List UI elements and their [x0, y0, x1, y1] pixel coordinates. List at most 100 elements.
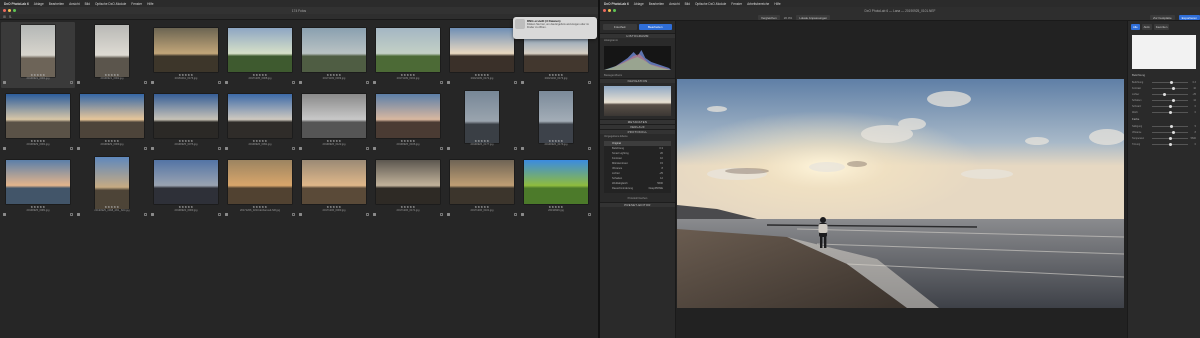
menu-item[interactable]: Bearbeiten: [49, 2, 64, 6]
section-color[interactable]: Farbe: [1128, 115, 1200, 123]
thumbnail-image[interactable]: [302, 160, 366, 204]
thumbnail-image[interactable]: [95, 25, 129, 77]
select-checkbox-icon[interactable]: [292, 81, 295, 84]
slider-track[interactable]: [1152, 142, 1188, 146]
select-checkbox-icon[interactable]: [440, 213, 443, 216]
main-photo[interactable]: [677, 79, 1124, 308]
select-checkbox-icon[interactable]: [588, 147, 591, 150]
slider-value[interactable]: -25: [1190, 93, 1196, 96]
thumbnail-image[interactable]: [376, 160, 440, 204]
thumbnail-cell[interactable]: ★★★★★ 20190921_0002.jpg: [75, 22, 149, 88]
menu-item[interactable]: Ablage: [634, 2, 644, 6]
filter-icon[interactable]: ⊞: [3, 15, 6, 19]
thumbnail-cell[interactable]: ★★★★★ 20171109_0191.jpg: [371, 22, 445, 88]
slider-knob[interactable]: [1168, 104, 1172, 108]
thumbnail-image[interactable]: [6, 160, 70, 204]
thumbnail-cell[interactable]: ★★★★★ 20190922_0003.jpg: [149, 154, 223, 220]
thumbnail-image[interactable]: [539, 91, 573, 143]
select-checkbox-icon[interactable]: [292, 213, 295, 216]
thumbnail-cell[interactable]: ★★★★★ 20171103_0009.jpg: [297, 22, 371, 88]
select-checkbox-icon[interactable]: [514, 213, 517, 216]
thumbnail-cell[interactable]: ★★★★★ 20171206_0171.jpg: [371, 154, 445, 220]
thumbnail-cell[interactable]: ★★★★★ 20190929_0009.jpg: [75, 88, 149, 154]
select-checkbox-icon[interactable]: [514, 81, 517, 84]
select-checkbox-icon[interactable]: [144, 81, 147, 84]
thumbnail-cell[interactable]: ★★★★★ 20190926_0091.jpg: [223, 88, 297, 154]
section-navigation[interactable]: NAVIGATION: [600, 78, 675, 83]
thumbnail-image[interactable]: [450, 28, 514, 72]
slider-track[interactable]: [1152, 124, 1188, 128]
select-checkbox-icon[interactable]: [588, 213, 591, 216]
slider-track[interactable]: [1152, 136, 1188, 140]
slider-track[interactable]: [1152, 110, 1188, 114]
adjustment-slider[interactable]: Tönung 0: [1128, 141, 1200, 147]
thumbnail-cell[interactable]: ★★★★★ 20171205_0008.jpg: [223, 22, 297, 88]
thumbnail-image[interactable]: [228, 28, 292, 72]
menu-item[interactable]: Ansicht: [669, 2, 679, 6]
select-checkbox-icon[interactable]: [70, 147, 73, 150]
local-adjustments-button[interactable]: Lokale Anpassungen: [796, 15, 831, 20]
slider-track[interactable]: [1152, 92, 1188, 96]
menu-item[interactable]: Ansicht: [69, 2, 79, 6]
thumbnail-cell[interactable]: ★★★★★ 20190929_0001.jpg: [1, 88, 75, 154]
menu-app-name[interactable]: DxO PhotoLab 6: [604, 2, 629, 6]
thumbnail-cell[interactable]: ★★★★★ 20190926.jpg: [519, 154, 593, 220]
notification-banner[interactable]: DNG erstellt (3 Dateien) Klicken Sie hie…: [513, 17, 597, 39]
thumbnail-image[interactable]: [450, 160, 514, 204]
slider-value[interactable]: 5600: [1190, 137, 1196, 140]
thumbnail-image[interactable]: [154, 28, 218, 72]
slider-knob[interactable]: [1170, 80, 1174, 84]
slider-track[interactable]: [1152, 98, 1188, 102]
slider-track[interactable]: [1152, 104, 1188, 108]
slider-knob[interactable]: [1172, 86, 1176, 90]
thumbnail-cell[interactable]: ★★★★★ 20190925_0076.jpg: [149, 88, 223, 154]
thumbnail-cell[interactable]: ★★★★★ 20171206_0210-Enhanced-NR.jpg: [223, 154, 297, 220]
sort-icon[interactable]: ⇅: [9, 15, 12, 19]
menu-item[interactable]: Optische DxO-Module: [95, 2, 126, 6]
history-item[interactable]: Rauschminderung DeepPRIME: [604, 186, 671, 191]
thumbnail-image[interactable]: [376, 94, 440, 138]
select-checkbox-icon[interactable]: [366, 213, 369, 216]
menu-item[interactable]: Hilfe: [774, 2, 780, 6]
menu-item[interactable]: Fenster: [731, 2, 742, 6]
thumbnail-image[interactable]: [524, 160, 588, 204]
slider-value[interactable]: 0: [1190, 143, 1196, 146]
select-checkbox-icon[interactable]: [588, 81, 591, 84]
thumbnail-cell[interactable]: ★★★★★ 20171206_0003.jpg: [297, 154, 371, 220]
export-button[interactable]: Exportieren: [1178, 15, 1200, 20]
slider-knob[interactable]: [1168, 110, 1172, 114]
filter-favorites-button[interactable]: Favoriten: [1153, 24, 1170, 30]
select-checkbox-icon[interactable]: [218, 147, 221, 150]
slider-knob[interactable]: [1170, 124, 1174, 128]
select-checkbox-icon[interactable]: [292, 147, 295, 150]
select-checkbox-icon[interactable]: [70, 81, 73, 84]
select-checkbox-icon[interactable]: [514, 147, 517, 150]
thumbnail-image[interactable]: [80, 94, 144, 138]
section-preset-editor[interactable]: PRESET-EDITOR: [600, 202, 675, 207]
thumbnail-image[interactable]: [6, 94, 70, 138]
select-checkbox-icon[interactable]: [440, 81, 443, 84]
slider-value[interactable]: 5: [1190, 125, 1196, 128]
export-disk-button[interactable]: Zur Festplatte: [1150, 15, 1175, 20]
select-checkbox-icon[interactable]: [218, 213, 221, 216]
slider-value[interactable]: 0: [1190, 105, 1196, 108]
menu-item[interactable]: Optische DxO-Module: [695, 2, 726, 6]
slider-value[interactable]: 10: [1190, 87, 1196, 90]
slider-value[interactable]: 0: [1190, 111, 1196, 114]
thumbnail-image[interactable]: [228, 160, 292, 204]
filter-active-button[interactable]: Aktiv: [1141, 24, 1152, 30]
slider-track[interactable]: [1152, 130, 1188, 134]
thumbnail-image[interactable]: [154, 94, 218, 138]
slider-track[interactable]: [1152, 86, 1188, 90]
thumbnail-image[interactable]: [154, 160, 218, 204]
section-exposure[interactable]: Belichtung: [1128, 71, 1200, 79]
slider-value[interactable]: 12: [1190, 99, 1196, 102]
select-checkbox-icon[interactable]: [70, 213, 73, 216]
menu-app-name[interactable]: DxO PhotoLab 6: [4, 2, 29, 6]
thumbnail-cell[interactable]: ★★★★★ 20190926_0122.jpg: [297, 88, 371, 154]
slider-value[interactable]: 0.3: [1190, 81, 1196, 84]
thumbnail-cell[interactable]: ★★★★★ 20190925_0098_R01_S03.jpg: [75, 154, 149, 220]
thumbnail-image[interactable]: [302, 28, 366, 72]
filter-all-button[interactable]: Alle: [1131, 24, 1140, 30]
slider-knob[interactable]: [1172, 130, 1176, 134]
